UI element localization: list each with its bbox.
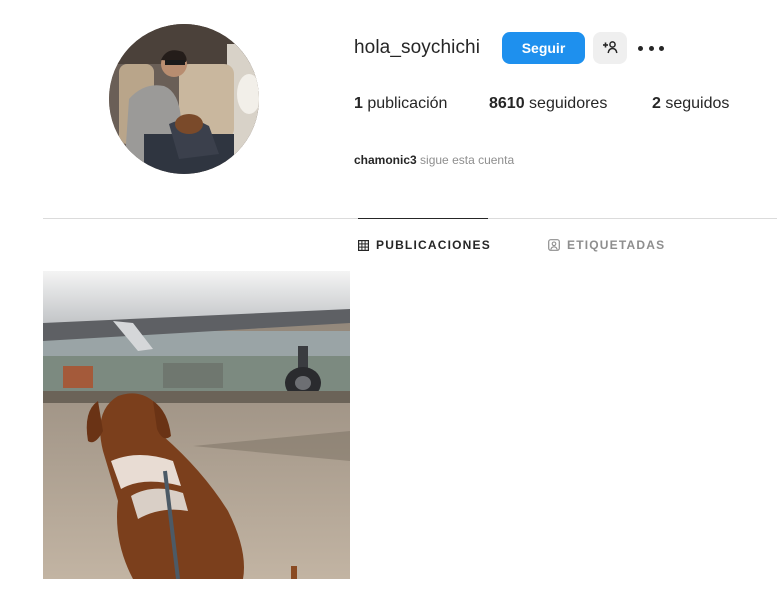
post-photo [43,271,350,579]
followed-by-text: sigue esta cuenta [420,153,515,167]
following-label: seguidos [665,95,730,112]
more-options-dot [648,45,654,51]
posts-count-stat: 1 publicación [354,95,447,113]
followed-by-note: chamonic3 sigue esta cuenta [354,153,514,167]
followed-by-user-link[interactable]: chamonic3 [354,153,417,167]
following-count: 2 [652,95,661,112]
posts-count: 1 [354,95,363,112]
following-stat[interactable]: 2 seguidos [652,95,729,113]
add-person-icon [602,40,618,57]
tab-etiquetadas[interactable]: ETIQUETADAS [548,219,665,271]
followers-label: seguidores [529,95,608,112]
tab-publicaciones[interactable]: PUBLICACIONES [358,218,491,271]
tagged-user-icon [548,239,560,251]
suggest-accounts-button[interactable] [593,32,627,64]
followers-count: 8610 [489,95,525,112]
follow-button[interactable]: Seguir [502,32,585,64]
profile-avatar[interactable] [109,24,259,174]
more-options-dot [659,45,664,51]
avatar-photo [109,24,259,174]
followers-stat[interactable]: 8610 seguidores [489,95,607,113]
post-thumbnail[interactable] [43,271,350,579]
grid-icon [358,239,369,251]
more-options-icon [638,45,643,51]
posts-label: publicación [367,95,448,112]
more-options-button[interactable] [638,36,664,60]
profile-username: hola_soychichi [354,37,481,58]
tab-publicaciones-label: PUBLICACIONES [376,238,491,252]
tab-etiquetadas-label: ETIQUETADAS [567,238,666,252]
